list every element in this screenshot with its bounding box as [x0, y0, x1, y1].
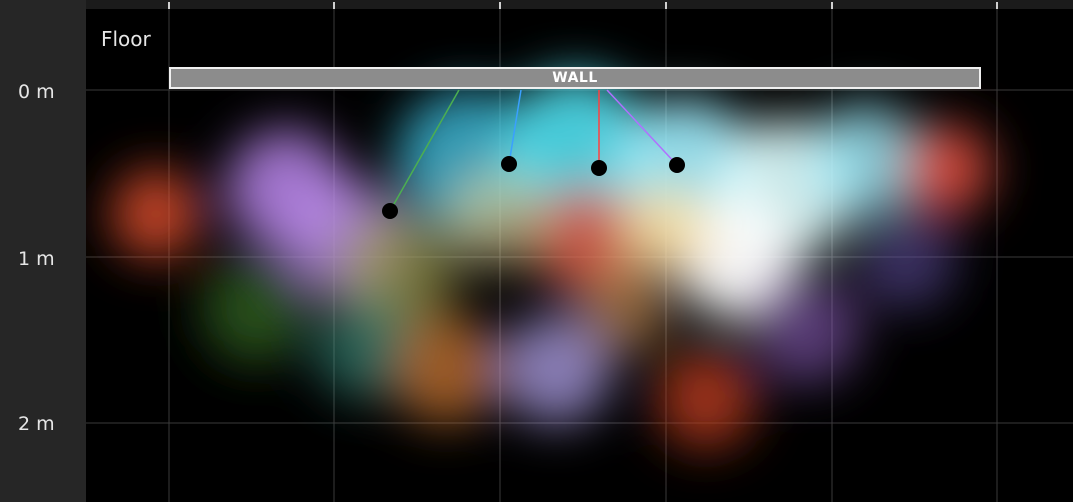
heatmap-plot[interactable]: Floor WALL [86, 9, 1073, 502]
top-axis-strip [86, 0, 1073, 9]
top-tick [831, 2, 833, 9]
y-label-2m: 2 m [18, 413, 55, 435]
wall-bar[interactable]: WALL [169, 67, 981, 89]
source-2-dot[interactable] [501, 156, 517, 172]
top-tick [499, 2, 501, 9]
top-tick [996, 2, 998, 9]
y-axis-panel: 0 m 1 m 2 m [0, 0, 86, 502]
top-tick [168, 2, 170, 9]
source-3-dot[interactable] [591, 160, 607, 176]
top-tick [665, 2, 667, 9]
heatmap-glow [111, 74, 991, 449]
y-label-0m: 0 m [18, 81, 55, 103]
y-label-1m: 1 m [18, 248, 55, 270]
source-4-dot[interactable] [669, 157, 685, 173]
top-tick [333, 2, 335, 9]
floor-label: Floor [101, 27, 151, 51]
source-1-dot[interactable] [382, 203, 398, 219]
